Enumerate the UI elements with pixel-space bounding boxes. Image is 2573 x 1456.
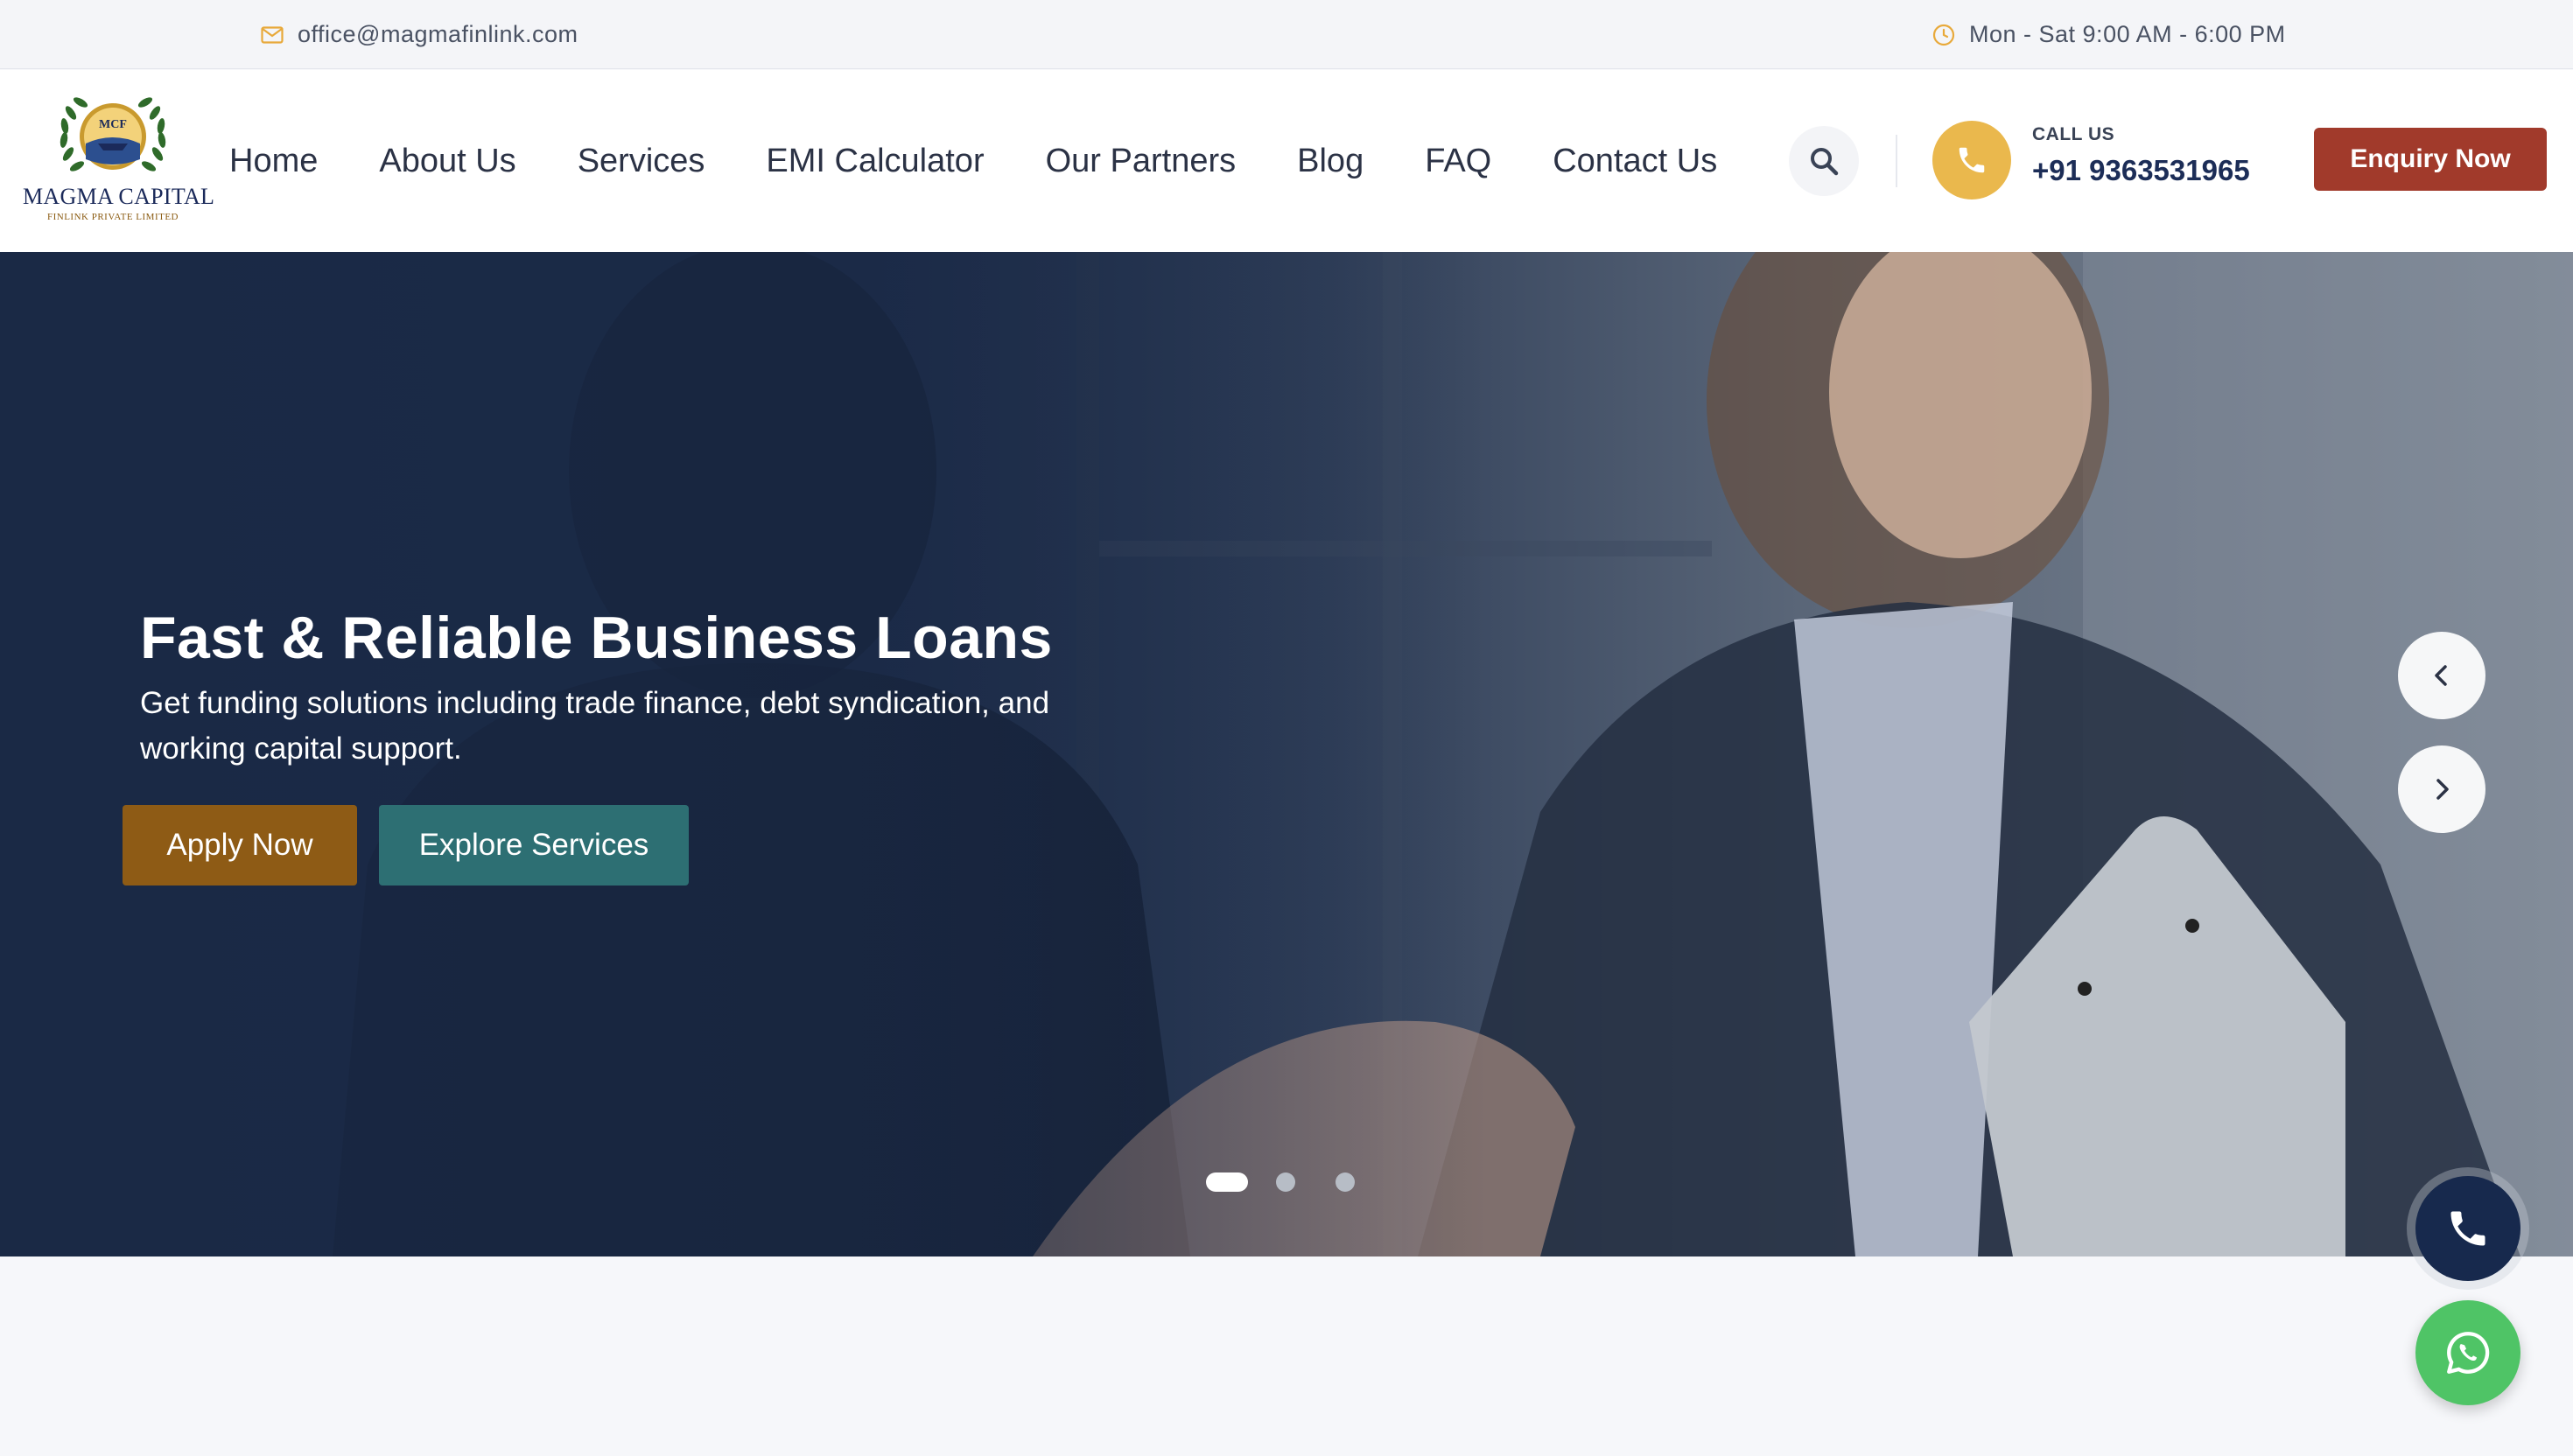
brand-name: MAGMA CAPITAL — [23, 184, 215, 209]
whatsapp-icon — [2447, 1332, 2490, 1374]
top-info-bar: office@magmafinlink.com Mon - Sat 9:00 A… — [0, 0, 2573, 69]
nav-about-us[interactable]: About Us — [379, 143, 515, 180]
main-nav: Home About Us Services EMI Calculator Ou… — [229, 70, 1717, 252]
slider-prev-button[interactable] — [2398, 632, 2485, 719]
email-contact[interactable]: office@magmafinlink.com — [261, 0, 578, 69]
call-number[interactable]: +91 9363531965 — [2032, 154, 2250, 187]
explore-services-button[interactable]: Explore Services — [379, 805, 689, 886]
nav-home[interactable]: Home — [229, 143, 318, 180]
header-divider — [1896, 135, 1897, 187]
floating-call-button[interactable] — [2415, 1176, 2520, 1281]
apply-now-button[interactable]: Apply Now — [123, 805, 357, 886]
main-header: MCF MAGMA CAPITAL FINLINK PRIVATE LIMITE… — [0, 70, 2573, 252]
emblem-text: MCF — [99, 118, 127, 131]
nav-services[interactable]: Services — [578, 143, 705, 180]
enquiry-now-button[interactable]: Enquiry Now — [2314, 128, 2547, 191]
chevron-left-icon — [2435, 665, 2447, 686]
slider-next-button[interactable] — [2398, 746, 2485, 833]
hero-description: Get funding solutions including trade fi… — [140, 686, 1050, 766]
nav-blog[interactable]: Blog — [1297, 143, 1364, 180]
brand-logo[interactable]: MCF MAGMA CAPITAL FINLINK PRIVATE LIMITE… — [23, 89, 215, 236]
search-icon — [1811, 148, 1839, 176]
chevron-right-icon — [2436, 779, 2449, 800]
phone-icon — [1959, 147, 1985, 173]
slider-dot-2[interactable] — [1276, 1172, 1295, 1192]
clock-icon — [1932, 24, 1955, 46]
call-button[interactable] — [1932, 121, 2011, 200]
nav-emi-calculator[interactable]: EMI Calculator — [766, 143, 984, 180]
slider-dot-1[interactable] — [1206, 1172, 1248, 1192]
floating-whatsapp-button[interactable] — [2415, 1300, 2520, 1405]
phone-icon — [2450, 1211, 2485, 1246]
slider-dot-3[interactable] — [1336, 1172, 1355, 1192]
email-text: office@magmafinlink.com — [298, 21, 578, 47]
call-label: CALL US — [2032, 124, 2115, 144]
nav-contact-us[interactable]: Contact Us — [1553, 143, 1717, 180]
hours-text: Mon - Sat 9:00 AM - 6:00 PM — [1969, 21, 2286, 47]
hero-slider: Fast & Reliable Business Loans Get fundi… — [0, 252, 2573, 1256]
nav-our-partners[interactable]: Our Partners — [1046, 143, 1237, 180]
envelope-icon — [261, 25, 284, 44]
business-hours: Mon - Sat 9:00 AM - 6:00 PM — [1932, 0, 2286, 69]
nav-faq[interactable]: FAQ — [1425, 143, 1491, 180]
hero-title: Fast & Reliable Business Loans — [140, 605, 1053, 671]
search-button[interactable] — [1789, 126, 1859, 196]
laurel-emblem-icon: MCF — [60, 97, 166, 172]
brand-tagline: FINLINK PRIVATE LIMITED — [46, 212, 179, 222]
